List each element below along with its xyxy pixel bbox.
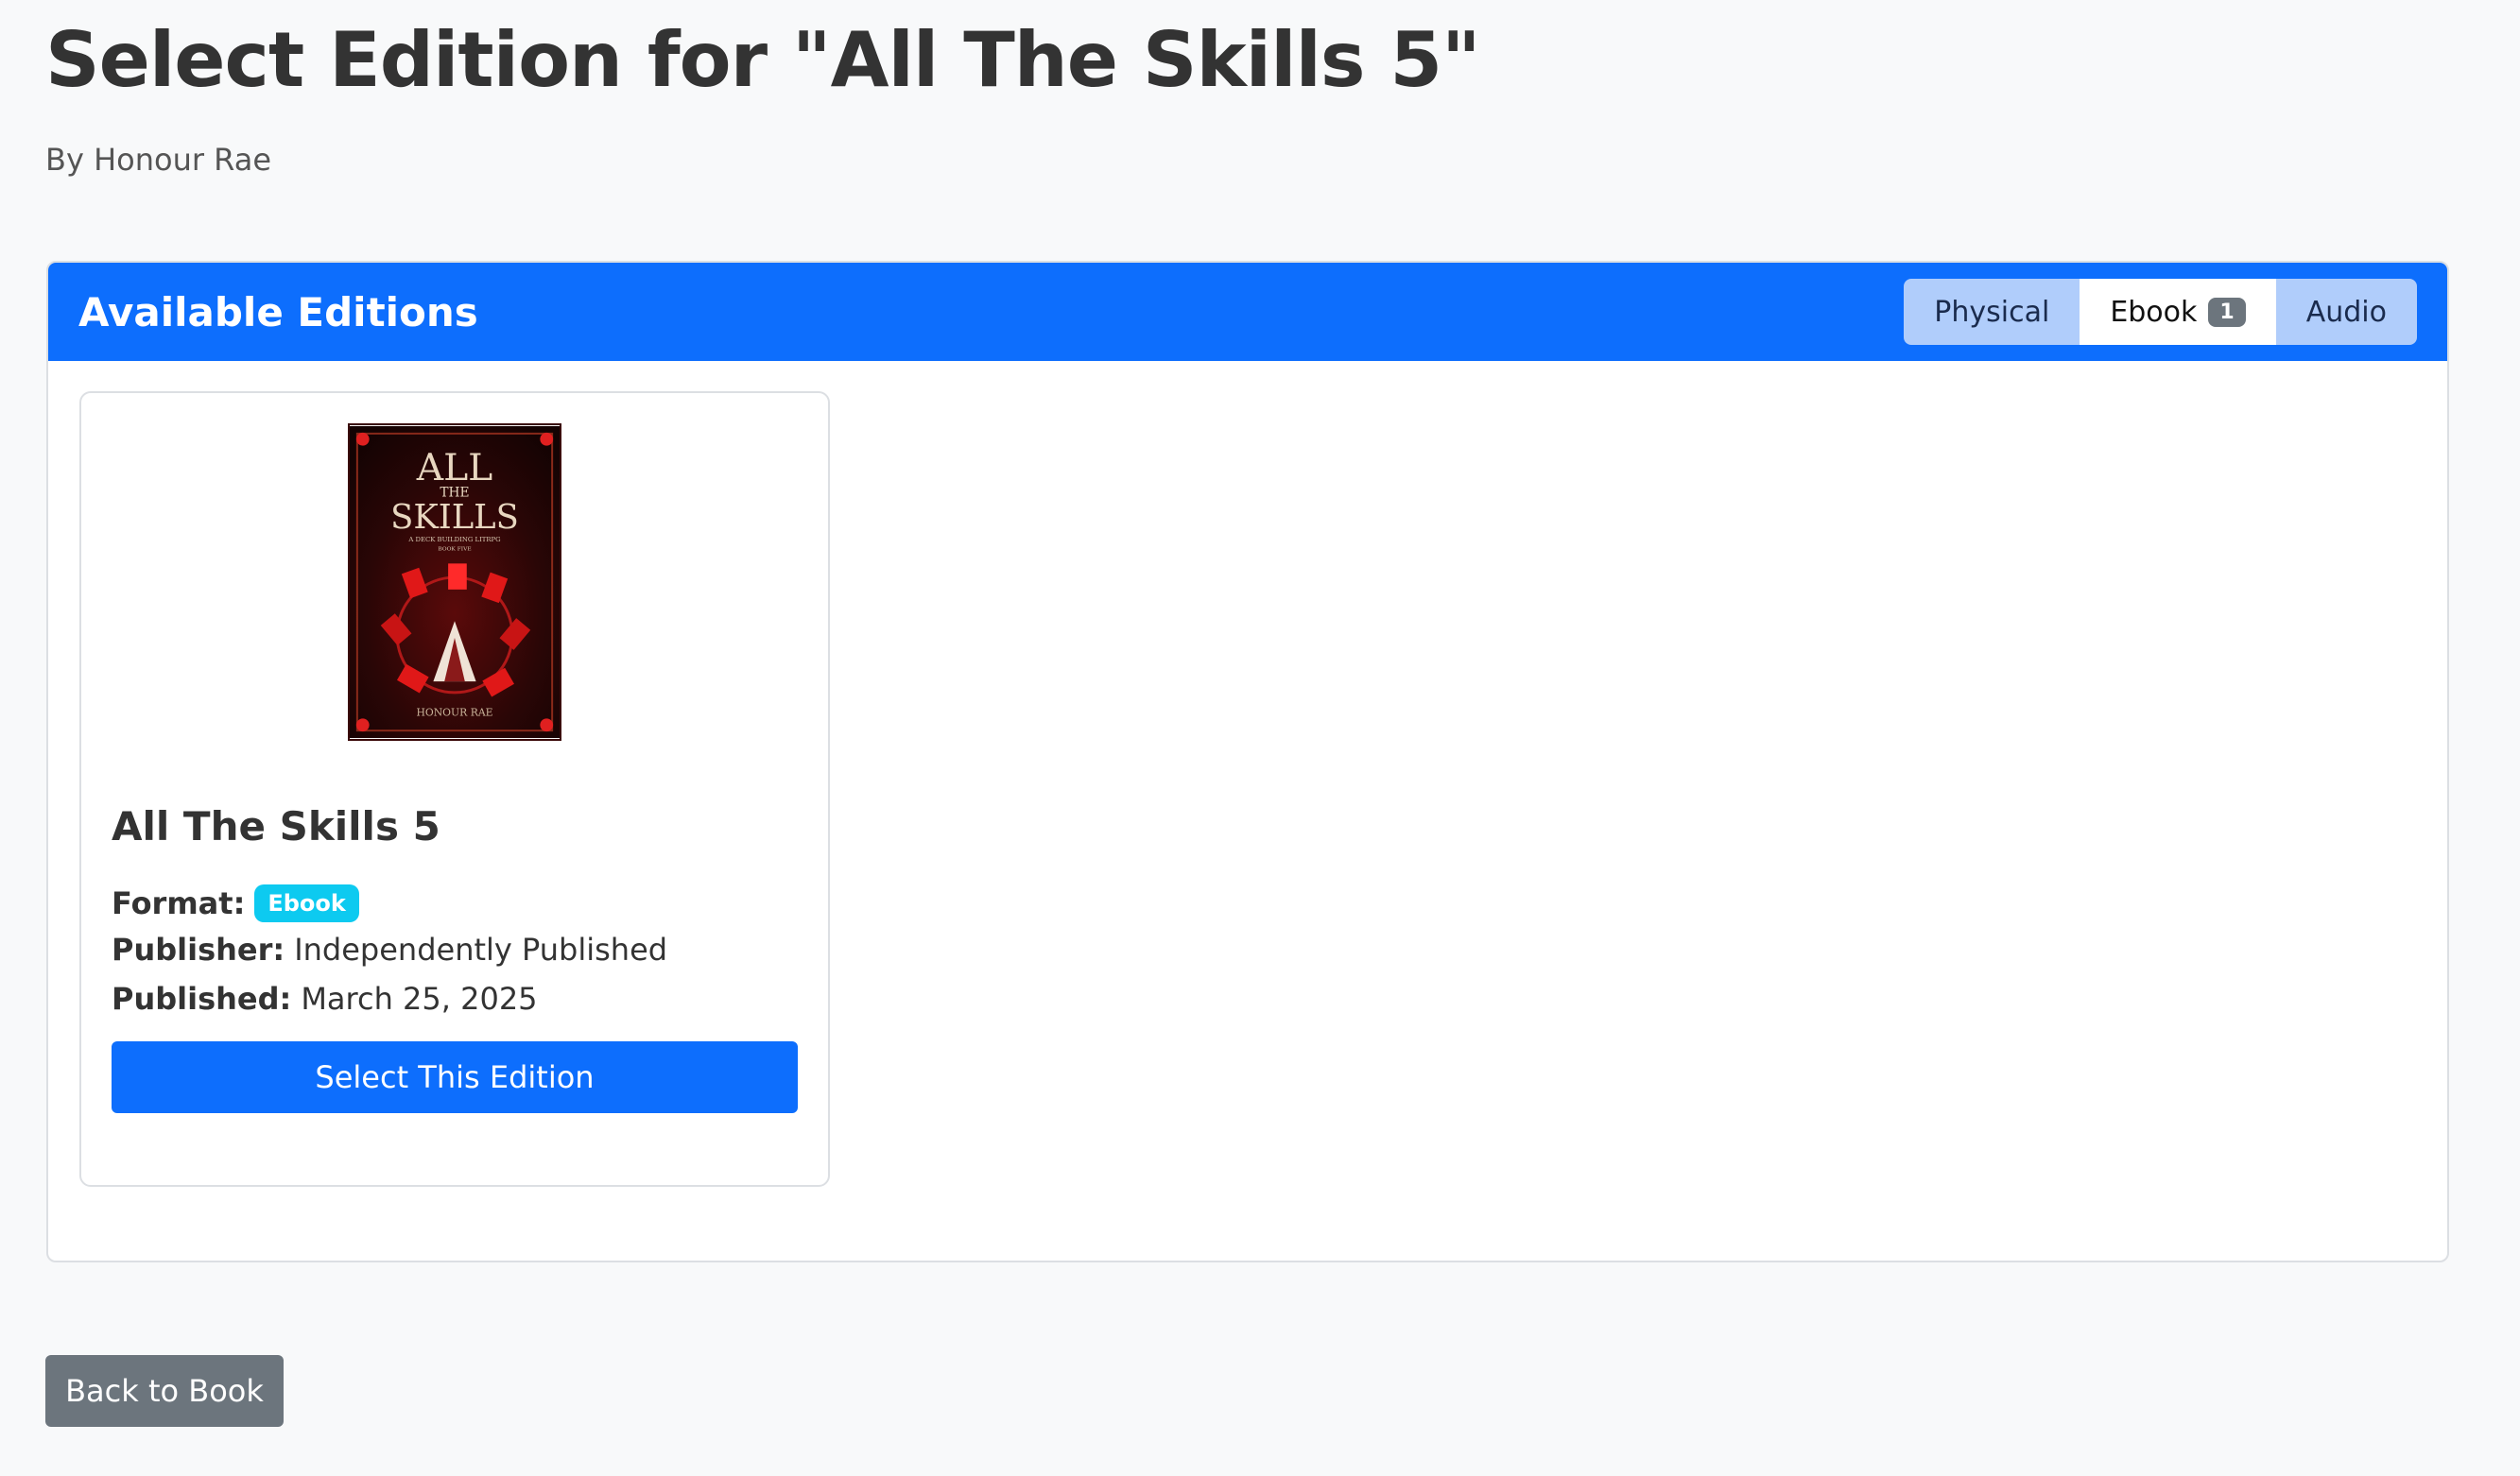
- format-label: Format:: [112, 885, 246, 921]
- tab-physical[interactable]: Physical: [1904, 279, 2080, 345]
- tab-audio[interactable]: Audio: [2275, 279, 2417, 345]
- publisher-value: Independently Published: [294, 932, 668, 968]
- edition-card: ALL THE SKILLS A DECK BUILDING LITRPG BO…: [79, 391, 830, 1187]
- published-value: March 25, 2025: [301, 981, 538, 1017]
- cover-title-skills: SKILLS: [390, 498, 519, 537]
- edition-title: All The Skills 5: [112, 803, 440, 850]
- ebook-count-badge: 1: [2208, 297, 2246, 327]
- editions-panel: Available Editions Physical Ebook 1 Audi…: [46, 261, 2449, 1262]
- page-title: Select Edition for "All The Skills 5": [45, 16, 1481, 104]
- select-edition-button[interactable]: Select This Edition: [112, 1041, 798, 1113]
- book-cover-art: ALL THE SKILLS A DECK BUILDING LITRPG BO…: [350, 425, 560, 739]
- cover-author: HONOUR RAE: [416, 706, 492, 718]
- tab-ebook[interactable]: Ebook 1: [2080, 279, 2276, 345]
- publisher-row: Publisher: Independently Published: [112, 932, 667, 968]
- publisher-label: Publisher:: [112, 932, 285, 968]
- cover-subtitle: A DECK BUILDING LITRPG: [407, 536, 500, 543]
- format-badge: Ebook: [254, 884, 359, 922]
- tab-physical-label: Physical: [1934, 295, 2050, 329]
- cover-book-number: BOOK FIVE: [438, 547, 471, 553]
- published-row: Published: March 25, 2025: [112, 981, 538, 1017]
- tab-audio-label: Audio: [2305, 295, 2387, 329]
- cover-title-all: ALL: [416, 447, 493, 489]
- panel-title: Available Editions: [78, 288, 478, 335]
- tab-ebook-label: Ebook: [2110, 295, 2198, 329]
- format-tabs: Physical Ebook 1 Audio: [1904, 279, 2417, 345]
- author-line: By Honour Rae: [45, 142, 271, 178]
- back-to-book-button[interactable]: Back to Book: [45, 1355, 284, 1427]
- panel-header: Available Editions Physical Ebook 1 Audi…: [48, 263, 2447, 361]
- book-cover-image: ALL THE SKILLS A DECK BUILDING LITRPG BO…: [348, 423, 561, 741]
- format-row: Format: Ebook: [112, 884, 359, 922]
- published-label: Published:: [112, 981, 292, 1017]
